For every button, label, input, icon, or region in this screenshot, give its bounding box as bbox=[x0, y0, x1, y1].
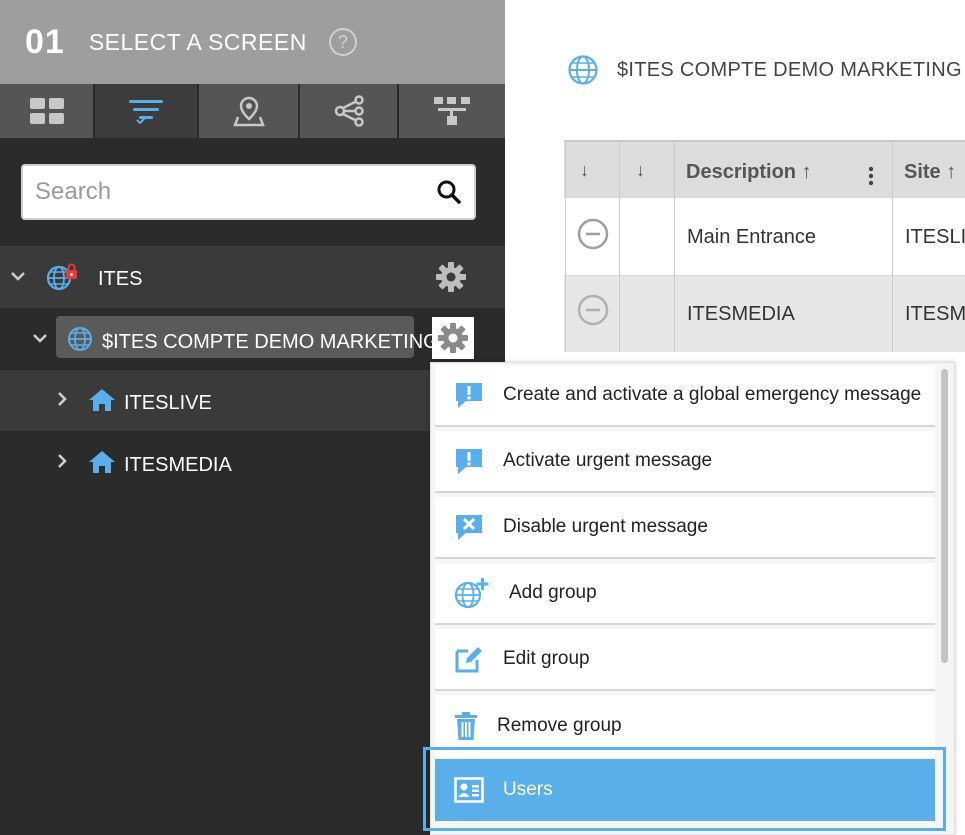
home-icon bbox=[89, 451, 115, 473]
menu-item-edit-group[interactable]: Edit group bbox=[435, 629, 935, 691]
filter-list-icon bbox=[129, 100, 163, 125]
alert-message-icon bbox=[435, 446, 503, 476]
table-header: ↓ ↓ Description ↑ Site ↑ bbox=[564, 140, 965, 198]
column-header-site[interactable]: Site ↑ bbox=[904, 161, 956, 184]
column-divider bbox=[565, 140, 566, 352]
dashboard-grid-icon bbox=[29, 98, 64, 124]
column-divider bbox=[619, 140, 620, 352]
hierarchy-icon bbox=[434, 97, 470, 125]
chevron-right-icon[interactable] bbox=[54, 453, 70, 469]
column-menu-icon[interactable] bbox=[868, 166, 874, 191]
trash-icon bbox=[435, 711, 497, 741]
column-divider bbox=[892, 140, 893, 352]
alert-message-icon bbox=[435, 380, 503, 410]
search-box bbox=[21, 164, 476, 220]
tree-node-label: ITESMEDIA bbox=[124, 454, 232, 476]
help-icon[interactable]: ? bbox=[328, 28, 357, 56]
sidebar-title: SELECT A SCREEN bbox=[88, 28, 307, 55]
group-actions-menu: Create and activate a global emergency m… bbox=[423, 362, 955, 835]
view-tabs bbox=[0, 84, 505, 138]
selection-focus-outline bbox=[423, 747, 946, 831]
menu-scrollbar[interactable] bbox=[941, 369, 948, 663]
sidebar-header: 01 SELECT A SCREEN ? bbox=[0, 0, 505, 84]
cell-site: ITESLIV bbox=[905, 226, 965, 248]
menu-item-activate-urgent[interactable]: Activate urgent message bbox=[435, 431, 935, 493]
globe-lock-icon bbox=[46, 263, 77, 291]
globe-add-icon bbox=[435, 577, 509, 609]
search-input[interactable] bbox=[35, 178, 424, 206]
tab-hierarchy[interactable] bbox=[399, 84, 505, 138]
gear-icon[interactable] bbox=[432, 317, 474, 359]
edit-icon bbox=[435, 644, 503, 674]
remove-circle-icon[interactable] bbox=[577, 218, 609, 255]
home-icon bbox=[89, 389, 115, 411]
tree-node-label: ITES bbox=[98, 268, 143, 290]
table-row[interactable]: ITESMEDIA ITESME bbox=[564, 276, 965, 352]
column-divider bbox=[674, 140, 675, 352]
menu-item-label: Edit group bbox=[503, 648, 590, 669]
step-number: 01 bbox=[25, 22, 65, 61]
page-title: $ITES COMPTE DEMO MARKETING bbox=[617, 58, 962, 81]
tree-node-compte-demo-marketing[interactable]: $ITES COMPTE DEMO MARKETING bbox=[0, 310, 505, 370]
cell-description: Main Entrance bbox=[687, 226, 816, 248]
menu-item-label: Activate urgent message bbox=[503, 450, 713, 471]
globe-icon bbox=[68, 327, 92, 351]
tab-filter-list[interactable] bbox=[95, 84, 199, 138]
disable-message-icon bbox=[435, 512, 503, 542]
tab-dashboard[interactable] bbox=[0, 84, 95, 138]
tab-map[interactable] bbox=[199, 84, 300, 138]
menu-item-add-group[interactable]: Add group bbox=[435, 563, 935, 625]
menu-item-disable-urgent[interactable]: Disable urgent message bbox=[435, 497, 935, 559]
tab-share[interactable] bbox=[300, 84, 399, 138]
remove-circle-icon[interactable] bbox=[577, 294, 609, 331]
tree-node-label: $ITES COMPTE DEMO MARKETING bbox=[102, 331, 439, 353]
chevron-down-icon[interactable] bbox=[32, 330, 48, 346]
gear-icon[interactable] bbox=[430, 256, 472, 298]
cell-site: ITESME bbox=[905, 303, 965, 325]
sort-column-1[interactable]: ↓ bbox=[580, 160, 589, 181]
chevron-right-icon[interactable] bbox=[54, 391, 70, 407]
chevron-down-icon[interactable] bbox=[10, 268, 26, 284]
page-header: $ITES COMPTE DEMO MARKETING bbox=[567, 54, 962, 86]
search-icon[interactable] bbox=[424, 167, 474, 217]
tree-node-label: ITESLIVE bbox=[124, 392, 212, 414]
share-nodes-icon bbox=[334, 95, 364, 127]
globe-icon bbox=[568, 55, 598, 85]
menu-item-label: Remove group bbox=[497, 715, 622, 736]
sort-column-2[interactable]: ↓ bbox=[636, 160, 645, 181]
map-pin-icon bbox=[232, 96, 265, 127]
cell-description: ITESMEDIA bbox=[687, 303, 795, 325]
menu-item-label: Disable urgent message bbox=[503, 516, 708, 537]
tree-node-ites[interactable]: ITES bbox=[0, 246, 505, 308]
menu-item-global-emergency[interactable]: Create and activate a global emergency m… bbox=[435, 365, 935, 427]
table-row[interactable]: Main Entrance ITESLIV bbox=[564, 198, 965, 276]
menu-item-label: Add group bbox=[509, 582, 597, 603]
menu-item-label: Create and activate a global emergency m… bbox=[503, 384, 922, 405]
column-header-description[interactable]: Description ↑ bbox=[686, 161, 812, 184]
